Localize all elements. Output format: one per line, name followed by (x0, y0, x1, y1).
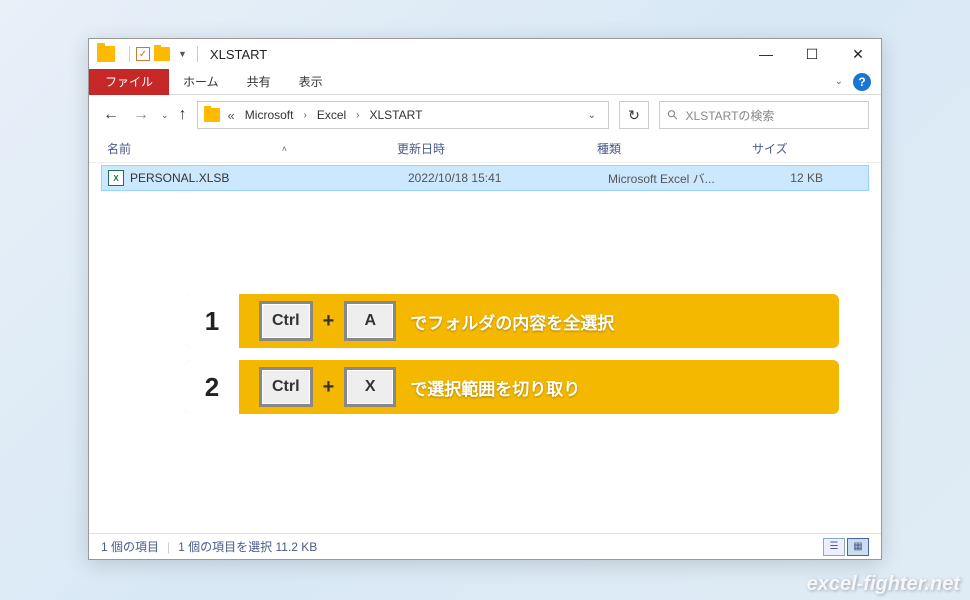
thumbnails-view-button[interactable]: ▦ (847, 538, 869, 556)
check-icon[interactable]: ✓ (136, 47, 150, 61)
minimize-button[interactable]: — (743, 39, 789, 69)
breadcrumb-item[interactable]: Microsoft (243, 108, 296, 122)
column-type[interactable]: 種類 (597, 140, 752, 157)
share-tab[interactable]: 共有 (233, 69, 285, 95)
history-dropdown-icon[interactable]: ⌄ (161, 110, 169, 121)
folder-icon (97, 46, 115, 62)
file-row[interactable]: PERSONAL.XLSB 2022/10/18 15:41 Microsoft… (101, 165, 869, 191)
folder-icon (204, 108, 220, 122)
expand-ribbon-icon[interactable]: ⌄ (835, 76, 843, 87)
file-type: Microsoft Excel バ... (608, 170, 763, 187)
close-button[interactable]: ✕ (835, 39, 881, 69)
window-title: XLSTART (210, 47, 267, 62)
selection-info: 1 個の項目を選択 11.2 KB (178, 538, 317, 555)
key-ctrl: Ctrl (259, 301, 313, 341)
step-number: 1 (185, 294, 243, 348)
plus-icon: + (323, 376, 335, 399)
view-buttons: ☰ ▦ (823, 538, 869, 556)
search-icon: ⚲ (664, 106, 682, 124)
refresh-button[interactable]: ↻ (619, 101, 649, 129)
titlebar: ✓ ▼ XLSTART — ☐ ✕ (89, 39, 881, 69)
file-size: 12 KB (763, 171, 843, 185)
instruction-text: でフォルダの内容を全選択 (410, 309, 614, 334)
details-view-button[interactable]: ☰ (823, 538, 845, 556)
step-number: 2 (185, 360, 243, 414)
instruction-banner: 1 Ctrl + A でフォルダの内容を全選択 (185, 294, 839, 348)
back-button[interactable]: ← (101, 106, 121, 124)
chevron-right-icon[interactable]: › (352, 110, 363, 121)
breadcrumb-item[interactable]: Excel (315, 108, 348, 122)
breadcrumb-item[interactable]: XLSTART (368, 108, 425, 122)
chevron-down-icon[interactable]: ▼ (178, 49, 187, 59)
key-a: A (344, 301, 396, 341)
key-combo: Ctrl + A (259, 301, 396, 341)
nav-bar: ← → ⌄ ↑ « Microsoft › Excel › XLSTART ⌄ … (89, 95, 881, 135)
up-button[interactable]: ↑ (179, 106, 187, 124)
watermark: excel-fighter.net (807, 573, 960, 596)
window-buttons: — ☐ ✕ (743, 39, 881, 69)
column-date[interactable]: 更新日時 (397, 140, 597, 157)
instruction-overlay: 1 Ctrl + A でフォルダの内容を全選択 2 Ctrl + X で選択範囲… (185, 294, 839, 426)
separator: | (167, 540, 170, 554)
help-button[interactable]: ? (853, 73, 871, 91)
column-headers: 名前˄ 更新日時 種類 サイズ (89, 135, 881, 163)
breadcrumb-overflow-icon[interactable]: « (224, 108, 239, 123)
explorer-window: ✓ ▼ XLSTART — ☐ ✕ ファイル ホーム 共有 表示 ⌄ ? ← →… (88, 38, 882, 560)
sort-indicator-icon: ˄ (282, 144, 287, 154)
file-tab[interactable]: ファイル (89, 69, 169, 95)
forward-button[interactable]: → (131, 106, 151, 124)
maximize-button[interactable]: ☐ (789, 39, 835, 69)
plus-icon: + (323, 310, 335, 333)
search-placeholder: XLSTARTの検索 (686, 107, 775, 124)
key-combo: Ctrl + X (259, 367, 396, 407)
separator (197, 46, 198, 62)
instruction-banner: 2 Ctrl + X で選択範囲を切り取り (185, 360, 839, 414)
separator (129, 46, 130, 62)
search-box[interactable]: ⚲ XLSTARTの検索 (659, 101, 869, 129)
chevron-right-icon[interactable]: › (299, 110, 310, 121)
excel-file-icon (108, 170, 124, 186)
address-dropdown-icon[interactable]: ⌄ (582, 110, 602, 121)
file-date: 2022/10/18 15:41 (408, 171, 608, 185)
key-ctrl: Ctrl (259, 367, 313, 407)
file-name: PERSONAL.XLSB (130, 171, 408, 185)
view-tab[interactable]: 表示 (285, 69, 337, 95)
key-x: X (344, 367, 396, 407)
home-tab[interactable]: ホーム (169, 69, 233, 95)
item-count: 1 個の項目 (101, 538, 159, 555)
file-list: PERSONAL.XLSB 2022/10/18 15:41 Microsoft… (89, 163, 881, 193)
status-bar: 1 個の項目 | 1 個の項目を選択 11.2 KB ☰ ▦ (89, 533, 881, 559)
folder-small-icon[interactable] (154, 47, 170, 61)
address-bar[interactable]: « Microsoft › Excel › XLSTART ⌄ (197, 101, 609, 129)
column-name[interactable]: 名前˄ (107, 140, 397, 157)
instruction-text: で選択範囲を切り取り (410, 375, 580, 400)
column-size[interactable]: サイズ (752, 140, 832, 157)
ribbon-bar: ファイル ホーム 共有 表示 ⌄ ? (89, 69, 881, 95)
